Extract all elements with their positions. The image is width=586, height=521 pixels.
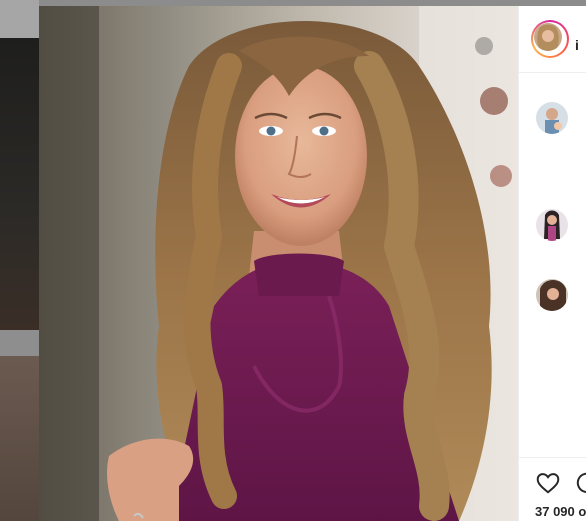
author-username[interactable]: i: [575, 38, 579, 52]
post-modal: i 37 090 o: [39, 6, 586, 521]
post-header: i: [519, 6, 586, 73]
post-photo: [39, 6, 518, 521]
commenter-avatar[interactable]: [536, 209, 568, 241]
post-actions: 37 090 o: [519, 457, 586, 521]
author-avatar[interactable]: [534, 23, 562, 51]
likes-count[interactable]: 37 090 o: [535, 505, 586, 519]
author-avatar-story-ring[interactable]: [531, 20, 569, 58]
commenter-avatar[interactable]: [536, 279, 568, 311]
commenter-avatar[interactable]: [536, 102, 568, 134]
background-page-gap: [0, 330, 39, 356]
background-post-thumbnail: [0, 356, 39, 521]
post-sidebar: i 37 090 o: [518, 6, 586, 521]
comment-icon[interactable]: [574, 470, 586, 496]
background-page-area: [0, 0, 39, 38]
heart-icon[interactable]: [535, 470, 561, 496]
background-post-thumbnail: [0, 38, 39, 330]
